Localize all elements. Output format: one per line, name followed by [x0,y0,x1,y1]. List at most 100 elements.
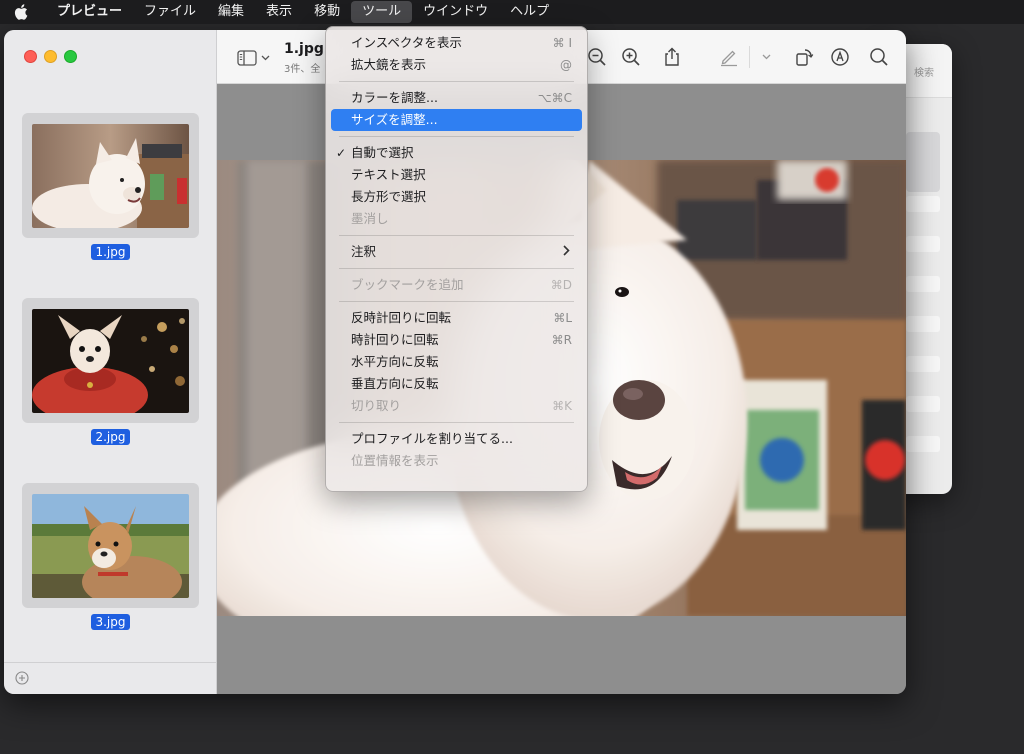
thumbnail-frame[interactable] [22,298,199,423]
window-minimize-button[interactable] [44,50,57,63]
thumbnail-label[interactable]: 3.jpg [91,614,130,630]
markup-button[interactable] [717,45,741,69]
markup-toolbar-button[interactable] [828,45,852,69]
menu-view[interactable]: 表示 [255,1,303,23]
markup-options-button[interactable] [754,45,778,69]
menu-window[interactable]: ウインドウ [412,1,499,23]
menu-item-add-bookmark[interactable]: ブックマークを追加 ⌘D [331,274,582,296]
menu-item-label: 水平方向に反転 [351,354,439,369]
thumbnail-frame[interactable] [22,113,199,238]
background-row[interactable] [906,316,940,332]
menu-item-shortcut: ⌘K [552,399,572,413]
background-search-label[interactable]: 検索 [914,64,934,79]
menu-item-label: プロファイルを割り当てる... [351,431,513,446]
zoom-out-icon [588,48,606,66]
menu-item-crop[interactable]: 切り取り ⌘K [331,395,582,417]
menu-item-label: カラーを調整... [351,90,438,105]
background-row[interactable] [906,196,940,212]
zoom-in-button[interactable] [619,45,643,69]
menu-item-rect-select[interactable]: 長方形で選択 [331,186,582,208]
zoom-in-icon [622,48,640,66]
menu-item-annotate[interactable]: 注釈 [331,241,582,263]
background-row[interactable] [906,356,940,372]
share-icon [665,47,679,66]
menu-item-label: サイズを調整... [351,112,438,127]
sidebar-icon [237,50,257,66]
chevron-down-icon [261,55,270,61]
menu-file[interactable]: ファイル [133,1,207,23]
menu-item-flip-vertical[interactable]: 垂直方向に反転 [331,373,582,395]
menu-item-auto-select[interactable]: ✓ 自動で選択 [331,142,582,164]
menu-item-rotate-right[interactable]: 時計回りに回転 ⌘R [331,329,582,351]
thumbnail-label[interactable]: 2.jpg [91,429,130,445]
thumbnail-item[interactable]: 1.jpg [22,113,199,260]
document-subtitle: 3件、全 [284,64,321,75]
thumbnail-label[interactable]: 1.jpg [91,244,130,260]
menu-item-label: 注釈 [351,244,377,259]
menu-item-shortcut: @ [560,58,572,72]
menu-item-redact[interactable]: 墨消し [331,208,582,230]
background-row[interactable] [906,436,940,452]
menu-item-label: 切り取り [351,398,402,413]
menu-item-shortcut: ⌘L [553,311,572,325]
menu-item-label: ブックマークを追加 [351,277,464,292]
plus-circle-icon [15,671,29,685]
menu-help[interactable]: ヘルプ [499,1,560,23]
thumbnail-frame[interactable] [22,483,199,608]
window-close-button[interactable] [24,50,37,63]
menu-item-shortcut: ⌘R [551,333,572,347]
menu-item-label: 位置情報を表示 [351,453,439,468]
add-page-button[interactable] [14,670,30,686]
menu-item-show-magnifier[interactable]: 拡大鏡を表示 @ [331,54,582,76]
apple-icon[interactable] [14,3,32,21]
menu-item-label: 自動で選択 [351,145,414,160]
background-row[interactable] [906,236,940,252]
search-button[interactable] [867,45,891,69]
chevron-down-icon [762,54,770,60]
menu-item-shortcut: ⌘D [550,278,572,292]
menu-item-text-select[interactable]: テキスト選択 [331,164,582,186]
menu-separator [339,81,574,82]
menu-separator [339,301,574,302]
menu-item-show-inspector[interactable]: インスペクタを表示 ⌘ I [331,32,582,54]
thumbnail-item[interactable]: 2.jpg [22,298,199,445]
menu-separator [339,422,574,423]
menu-tools[interactable]: ツール [351,1,413,23]
menu-item-label: 反時計回りに回転 [351,310,452,325]
window-zoom-button[interactable] [64,50,77,63]
menu-item-rotate-left[interactable]: 反時計回りに回転 ⌘L [331,307,582,329]
menu-go[interactable]: 移動 [303,1,351,23]
menu-item-label: 拡大鏡を表示 [351,57,427,72]
menu-item-flip-horizontal[interactable]: 水平方向に反転 [331,351,582,373]
menu-item-label: 時計回りに回転 [351,332,439,347]
menu-bar: プレビュー ファイル 編集 表示 移動 ツール ウインドウ ヘルプ [0,0,1024,24]
rotate-icon [796,49,814,66]
menu-item-assign-profile[interactable]: プロファイルを割り当てる... [331,428,582,450]
toolbar-divider [749,46,750,68]
menu-item-label: 長方形で選択 [351,189,427,204]
menu-item-shortcut: ⌘ I [552,36,572,50]
search-icon [870,48,888,66]
rotate-button[interactable] [792,45,816,69]
document-title: 1.jpg [284,41,324,57]
thumbnail-item[interactable]: 3.jpg [22,483,199,630]
menu-app-preview[interactable]: プレビュー [46,1,133,23]
background-selected-row[interactable] [906,132,940,192]
sidebar-toggle-button[interactable] [237,48,273,68]
markup-circle-icon [831,48,849,66]
background-row[interactable] [906,276,940,292]
menu-edit[interactable]: 編集 [207,1,255,23]
background-row[interactable] [906,396,940,412]
menu-item-label: インスペクタを表示 [351,35,462,50]
menu-separator [339,235,574,236]
thumbnail-image-shiba [32,493,189,598]
menu-item-label: 墨消し [351,211,389,226]
share-button[interactable] [660,45,684,69]
menu-item-adjust-size[interactable]: サイズを調整... [331,109,582,131]
zoom-out-button[interactable] [585,45,609,69]
menu-item-adjust-color[interactable]: カラーを調整... ⌥⌘C [331,87,582,109]
menu-separator [339,136,574,137]
menu-item-show-location[interactable]: 位置情報を表示 [331,450,582,472]
menu-item-label: テキスト選択 [351,167,426,182]
thumbnail-image-white-dog [32,123,189,228]
